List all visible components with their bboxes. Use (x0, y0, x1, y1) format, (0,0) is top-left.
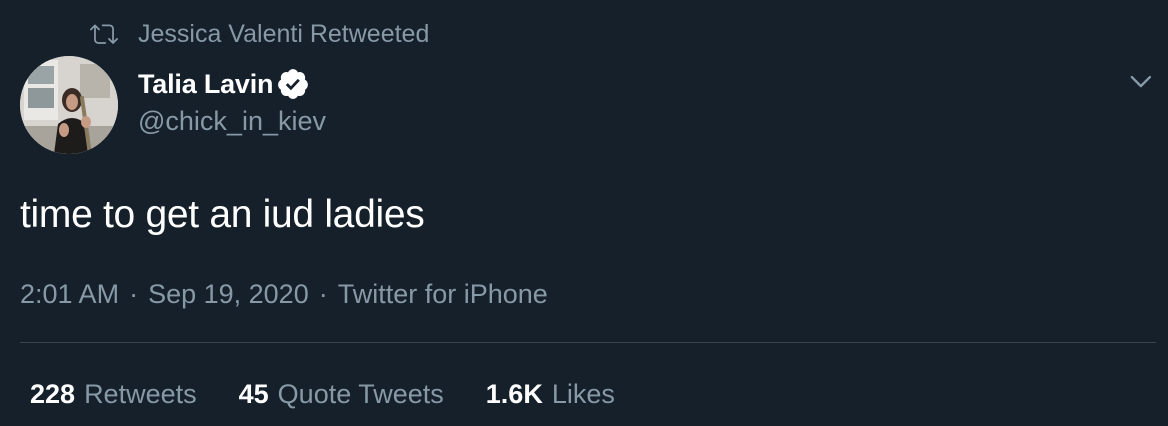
retweets-count: 228 (30, 378, 76, 409)
meta-separator: · (129, 278, 139, 309)
author-handle[interactable]: @chick_in_kiev (138, 106, 326, 137)
tweet-body-text: time to get an iud ladies (20, 193, 425, 236)
retweet-context[interactable]: Jessica Valenti Retweeted (90, 18, 429, 50)
verified-badge-icon (276, 67, 310, 101)
tweet-time[interactable]: 2:01 AM (20, 279, 119, 310)
avatar[interactable] (20, 56, 118, 154)
quote-tweets-label: Quote Tweets (277, 378, 444, 409)
tweet-menu-caret[interactable] (1124, 64, 1158, 98)
tweet-card: Jessica Valenti Retweeted Talia Lavin @c (0, 0, 1168, 426)
tweet-date[interactable]: Sep 19, 2020 (148, 279, 309, 310)
author-name-row[interactable]: Talia Lavin (138, 64, 310, 104)
engagement-stats: 228 Retweets 45 Quote Tweets 1.6K Likes (30, 374, 657, 414)
quote-tweets-count: 45 (238, 378, 269, 409)
retweet-context-text: Jessica Valenti Retweeted (138, 19, 430, 48)
quote-tweets-stat[interactable]: 45 Quote Tweets (239, 379, 444, 410)
retweet-icon (90, 20, 118, 48)
likes-count: 1.6K (485, 378, 543, 409)
meta-separator: · (318, 278, 328, 309)
retweets-stat[interactable]: 228 Retweets (30, 379, 197, 410)
likes-stat[interactable]: 1.6K Likes (486, 379, 615, 410)
tweet-meta: 2:01 AM · Sep 19, 2020 · Twitter for iPh… (20, 276, 548, 312)
divider (20, 342, 1156, 343)
likes-label: Likes (551, 378, 615, 409)
chevron-down-icon (1130, 75, 1152, 88)
tweet-source[interactable]: Twitter for iPhone (338, 279, 548, 310)
retweets-label: Retweets (84, 378, 197, 409)
author-display-name[interactable]: Talia Lavin (138, 69, 274, 100)
